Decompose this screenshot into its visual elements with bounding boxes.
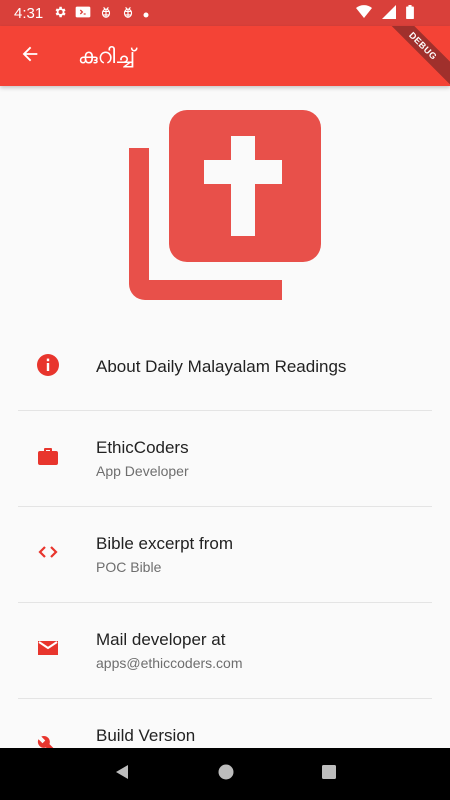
home-circle-icon[interactable] bbox=[217, 763, 235, 786]
list-item-title: EthicCoders bbox=[96, 437, 189, 457]
wifi-icon bbox=[356, 5, 372, 22]
signal-icon bbox=[382, 5, 396, 22]
briefcase-icon bbox=[36, 444, 60, 473]
app-bar: കുറിച്ച് DEBUG bbox=[0, 26, 450, 86]
app-logo bbox=[124, 106, 324, 306]
status-time: 4:31 bbox=[14, 4, 44, 22]
list-item-title: Mail developer at bbox=[96, 629, 226, 649]
system-icons bbox=[356, 5, 414, 22]
battery-icon bbox=[406, 5, 414, 22]
about-list: About Daily Malayalam Readings EthicCode… bbox=[18, 324, 432, 795]
back-triangle-icon[interactable] bbox=[113, 763, 131, 786]
settings-icon bbox=[53, 5, 67, 22]
cross-library-icon bbox=[129, 110, 321, 300]
back-button[interactable] bbox=[0, 26, 60, 86]
arrow-back-icon bbox=[19, 43, 41, 70]
debug-banner: DEBUG bbox=[378, 26, 450, 86]
list-item-subtitle: App Developer bbox=[96, 462, 189, 479]
dot-icon bbox=[143, 5, 149, 21]
list-item-bible-source[interactable]: Bible excerpt from POC Bible bbox=[18, 507, 432, 603]
media-icon bbox=[75, 5, 91, 22]
system-nav-bar bbox=[0, 748, 450, 800]
list-item-subtitle: apps@ethiccoders.com bbox=[96, 654, 243, 671]
bug-icon bbox=[99, 4, 113, 23]
page-title: കുറിച്ച് bbox=[78, 43, 136, 68]
list-item-subtitle: POC Bible bbox=[96, 558, 162, 575]
list-item-title: Build Version bbox=[96, 726, 196, 745]
list-item-about[interactable]: About Daily Malayalam Readings bbox=[18, 324, 432, 411]
list-item-title: About Daily Malayalam Readings bbox=[96, 357, 347, 376]
status-bar: 4:31 bbox=[0, 0, 450, 26]
bug-icon bbox=[121, 4, 135, 23]
list-item-title: Bible excerpt from bbox=[96, 533, 233, 553]
list-item-mail[interactable]: Mail developer at apps@ethiccoders.com bbox=[18, 603, 432, 699]
info-icon bbox=[36, 353, 60, 382]
code-icon bbox=[36, 540, 60, 569]
list-item-developer[interactable]: EthicCoders App Developer bbox=[18, 411, 432, 507]
recents-square-icon[interactable] bbox=[321, 764, 337, 785]
notification-icons bbox=[53, 4, 149, 23]
email-icon bbox=[36, 636, 60, 665]
